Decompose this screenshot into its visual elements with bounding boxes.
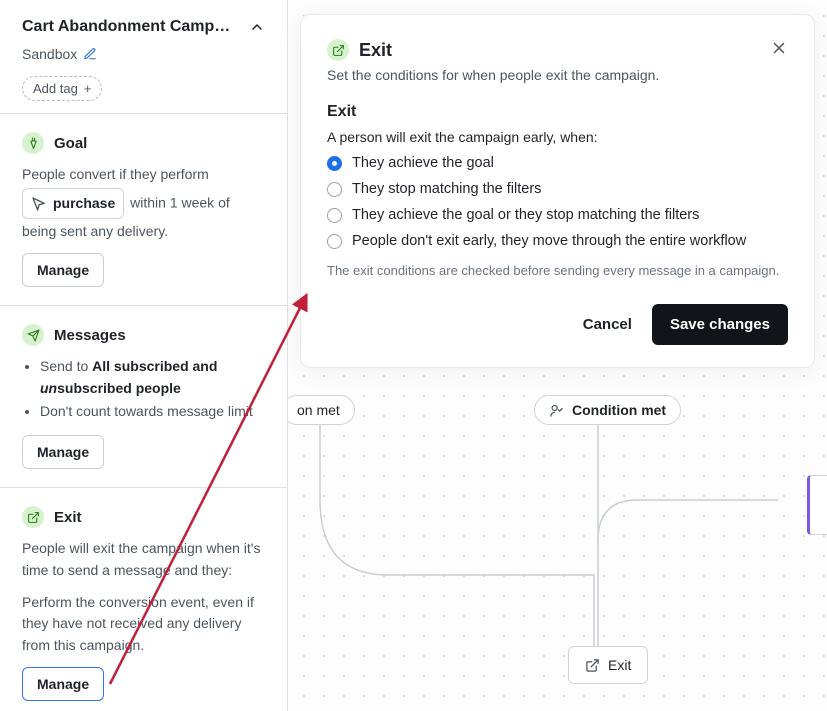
goal-description: People convert if they perform purchase … <box>22 164 265 243</box>
modal-title: Exit <box>359 40 392 61</box>
msg-send-to: Send to <box>40 358 92 374</box>
modal-subtitle: Set the conditions for when people exit … <box>327 67 788 83</box>
condition-met-pill[interactable]: Condition met <box>534 395 681 425</box>
messages-list: Send to All subscribed and unsubscribed … <box>40 356 265 423</box>
messages-manage-button[interactable]: Manage <box>22 435 104 469</box>
workspace-label: Sandbox <box>22 46 77 62</box>
save-changes-button[interactable]: Save changes <box>652 304 788 345</box>
exit-manage-button[interactable]: Manage <box>22 667 104 701</box>
radio-label: People don't exit early, they move throu… <box>352 233 746 249</box>
msg-un: un <box>40 380 57 396</box>
radio-dot-icon <box>327 208 342 223</box>
sidebar: Cart Abandonment Camp… Sandbox Add tag + <box>0 0 288 711</box>
sidebar-header: Cart Abandonment Camp… Sandbox Add tag + <box>0 0 287 114</box>
exit-icon <box>22 506 44 528</box>
modal-section-heading: Exit <box>327 103 788 121</box>
list-item: Send to All subscribed and unsubscribed … <box>40 356 265 399</box>
messages-heading: Messages <box>54 327 126 344</box>
list-item: Don't count towards message limit <box>40 401 265 423</box>
modal-lead: A person will exit the campaign early, w… <box>327 129 788 145</box>
exit-p2: Perform the conversion event, even if th… <box>22 592 265 657</box>
messages-icon <box>22 324 44 346</box>
exit-heading: Exit <box>54 509 82 526</box>
msg-subscribed: subscribed people <box>57 380 181 396</box>
goal-heading: Goal <box>54 135 87 152</box>
edit-icon[interactable] <box>83 47 97 61</box>
goal-section: Goal People convert if they perform purc… <box>0 114 287 306</box>
add-tag-button[interactable]: Add tag + <box>22 76 102 101</box>
cursor-icon <box>31 196 47 212</box>
goal-manage-button[interactable]: Manage <box>22 253 104 287</box>
radio-dot-icon <box>327 156 342 171</box>
modal-exit-icon <box>327 39 349 61</box>
radio-option-2[interactable]: They achieve the goal or they stop match… <box>327 207 788 223</box>
email-node[interactable] <box>807 475 827 535</box>
cancel-button[interactable]: Cancel <box>577 304 638 345</box>
plus-icon: + <box>84 82 92 95</box>
person-check-icon <box>549 403 564 418</box>
messages-section: Messages Send to All subscribed and unsu… <box>0 306 287 488</box>
radio-dot-icon <box>327 182 342 197</box>
goal-event-label: purchase <box>53 193 115 215</box>
exit-settings-modal: Exit Set the conditions for when people … <box>300 14 815 368</box>
radio-option-0[interactable]: They achieve the goal <box>327 155 788 171</box>
modal-footnote: The exit conditions are checked before s… <box>327 263 788 278</box>
radio-label: They stop matching the filters <box>352 181 541 197</box>
msg-sub-and: All subscribed and <box>92 358 217 374</box>
radio-label: They achieve the goal or they stop match… <box>352 207 699 223</box>
campaign-title: Cart Abandonment Camp… <box>22 18 230 36</box>
exit-p1: People will exit the campaign when it's … <box>22 538 265 581</box>
goal-event-chip[interactable]: purchase <box>22 188 124 220</box>
radio-label: They achieve the goal <box>352 155 494 171</box>
condition-label: on met <box>297 402 340 418</box>
add-tag-label: Add tag <box>33 81 78 96</box>
close-icon[interactable] <box>770 39 788 57</box>
external-link-icon <box>585 658 600 673</box>
radio-dot-icon <box>327 234 342 249</box>
exit-section: Exit People will exit the campaign when … <box>0 488 287 711</box>
goal-prefix: People convert if they perform <box>22 166 209 182</box>
exit-node-label: Exit <box>608 657 631 673</box>
exit-node[interactable]: Exit <box>568 646 648 684</box>
radio-option-1[interactable]: They stop matching the filters <box>327 181 788 197</box>
chevron-up-icon[interactable] <box>249 19 265 35</box>
goal-icon <box>22 132 44 154</box>
condition-pill-left[interactable]: on met <box>288 395 355 425</box>
condition-met-label: Condition met <box>572 402 666 418</box>
radio-group: They achieve the goal They stop matching … <box>327 155 788 249</box>
radio-option-3[interactable]: People don't exit early, they move throu… <box>327 233 788 249</box>
